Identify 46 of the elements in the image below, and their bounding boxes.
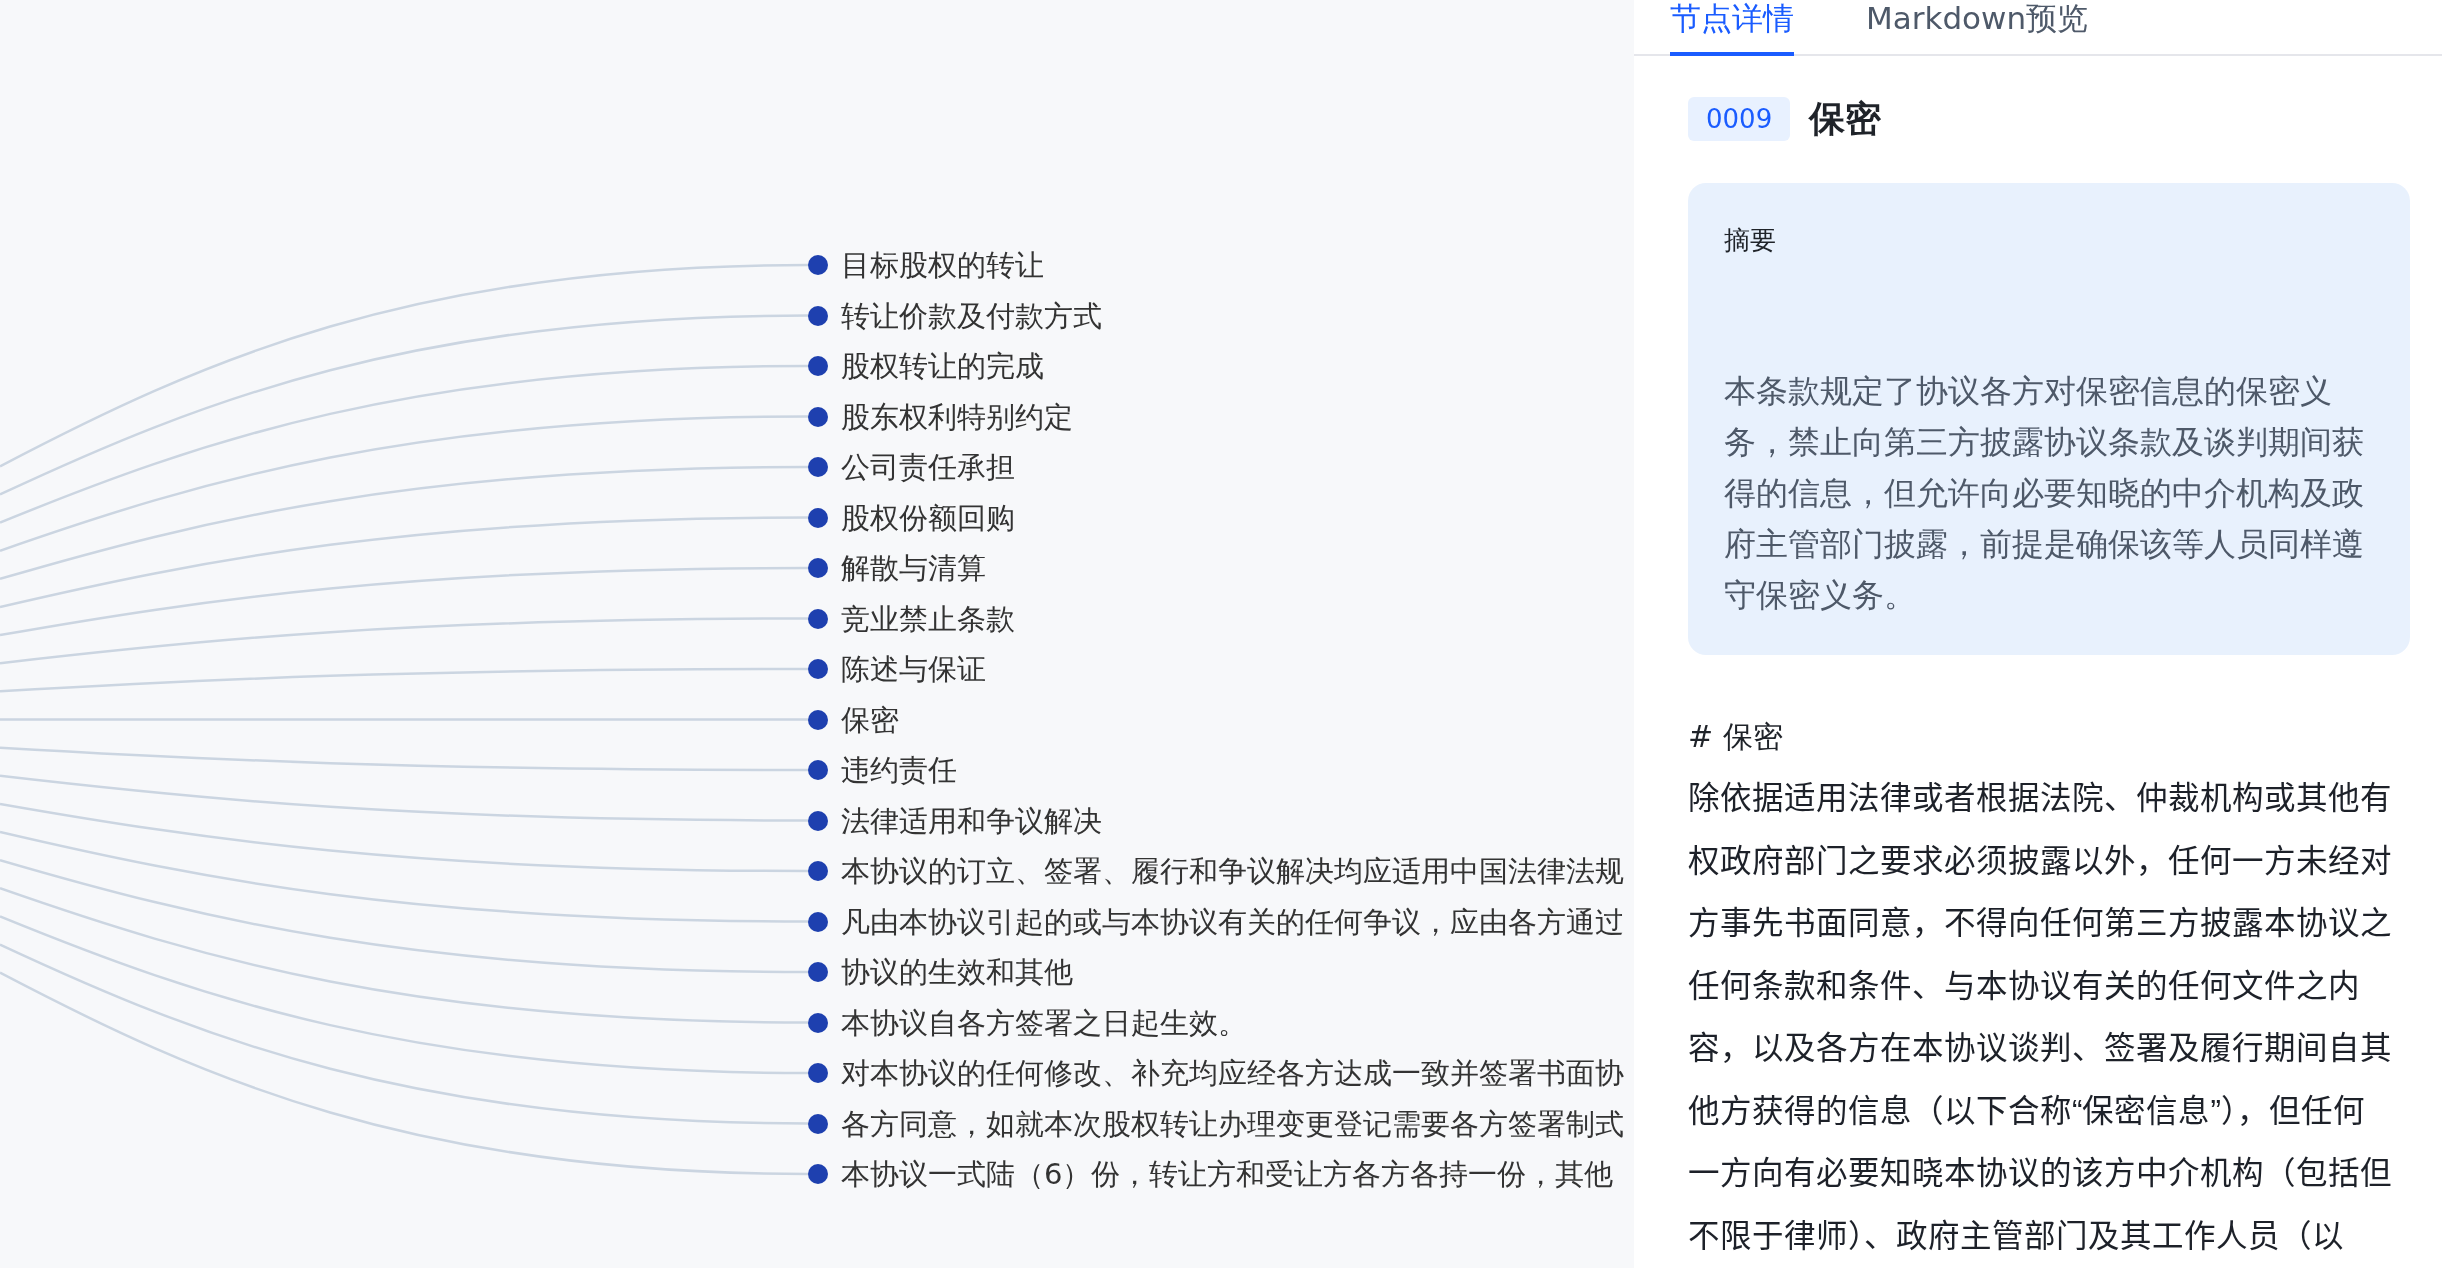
node-label[interactable]: 各方同意，如就本次股权转让办理变更登记需要各方签署制式 [841,1106,1624,1141]
node-label[interactable]: 法律适用和争议解决 [841,803,1102,838]
node-title: 保密 [1809,97,1882,141]
node-label[interactable]: 竞业禁止条款 [841,601,1015,636]
markdown-body-text: 除依据适用法律或者根据法院、仲裁机构或其他有权政府部门之要求必须披露以外，任何一方未经对方事先书面同意，不得向任何第三方披露本协议之任何条款和条件、与本协议有关的任何文件之内容，以及各方在本协议谈判、签署及履行期间自其他方获得的信息（以下合称“保密信息”），但任何一方向有必要知晓本协议的该方中介机构（包括但不限于律师）、政府主管部门及其工作人员（以 [1688,779,2393,1256]
node-dot-icon [808,356,828,376]
node-label[interactable]: 对本协议的任何修改、补充均应经各方达成一致并签署书面协 [841,1056,1624,1090]
node-dot-icon [808,861,828,881]
node-dot-icon [808,962,828,982]
node-dot-icon [808,558,828,578]
node-dot-icon [808,709,828,730]
node-dot-icon [808,810,828,831]
node-code-badge: 0009 [1688,97,1791,141]
node-dot-icon [808,760,828,780]
node-label[interactable]: 陈述与保证 [841,652,986,686]
node-dot-icon [808,608,828,629]
node-dot-icon [808,659,828,679]
node-label[interactable]: 协议的生效和其他 [841,955,1073,989]
summary-label: 摘要 [1724,224,1776,257]
node-dot-icon [808,1113,828,1134]
node-label[interactable]: 违约责任 [841,753,957,787]
node-label[interactable]: 本协议自各方签署之日起生效。 [841,1005,1247,1040]
node-label[interactable]: 股东权利特别约定 [841,399,1073,434]
node-dot-icon [808,406,828,427]
node-label[interactable]: 目标股权的转让 [841,248,1044,282]
summary-text: 本条款规定了协议各方对保密信息的保密义务，禁止向第三方披露协议条款及谈判期间获得的信息，但允许向必要知晓的中介机构及政府主管部门披露，前提是确保该等人员同样遵守保密义务。 [1724,372,2365,615]
node-label[interactable]: 保密 [841,702,899,737]
node-dot-icon [808,1164,828,1184]
node-dot-icon [808,1063,828,1083]
node-label[interactable]: 本协议一式陆（6）份，转让方和受让方各方各持一份，其他 [841,1157,1614,1191]
node-dot-icon [808,1012,828,1033]
node-dot-icon [808,911,828,932]
node-label[interactable]: 股权转让的完成 [841,349,1044,383]
tab[interactable]: Markdown预览 [1866,0,2089,56]
markdown-heading: # 保密 [1688,718,1783,756]
node-dot-icon [808,255,828,275]
node-label[interactable]: 转让价款及付款方式 [841,298,1102,333]
node-dot-icon [808,507,828,528]
node-label[interactable]: 股权份额回购 [841,500,1015,535]
node-dot-icon [808,457,828,477]
node-label[interactable]: 凡由本协议引起的或与本协议有关的任何争议，应由各方通过 [841,904,1624,939]
node-label[interactable]: 解散与清算 [841,551,986,585]
tab[interactable]: 节点详情 [1670,0,1794,56]
node-label[interactable]: 公司责任承担 [841,450,1015,484]
node-dot-icon [808,305,828,326]
node-label[interactable]: 本协议的订立、签署、履行和争议解决均应适用中国法律法规 [841,854,1624,888]
